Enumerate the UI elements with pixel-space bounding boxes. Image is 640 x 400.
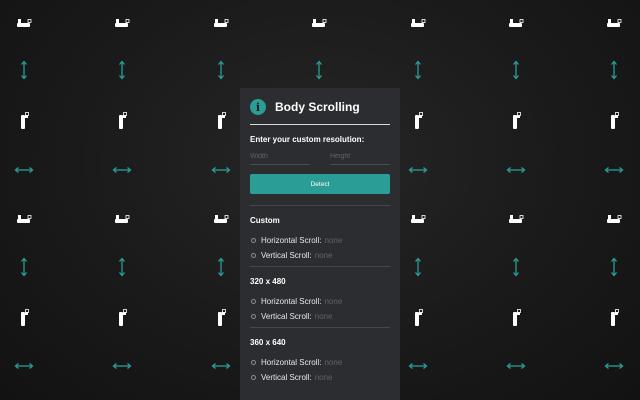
- horizontal-arrow-icon: [604, 166, 624, 174]
- extension-popup: i Body Scrolling Enter your custom resol…: [240, 88, 400, 400]
- divider: [250, 266, 390, 267]
- vertical-arrow-icon: [217, 60, 225, 80]
- vertical-scroll-value: none: [314, 250, 333, 260]
- bullet-icon: [251, 298, 256, 304]
- mouse-up-icon: [20, 309, 30, 327]
- horizontal-scroll-value: none: [324, 296, 343, 306]
- mouse-up-icon: [118, 309, 128, 327]
- vertical-arrow-icon: [414, 60, 422, 80]
- horizontal-scroll-row: Horizontal Scroll: none: [250, 295, 390, 307]
- bullet-icon: [251, 252, 256, 258]
- divider: [250, 327, 390, 328]
- vertical-arrow-icon: [610, 60, 618, 80]
- bullet-icon: [251, 313, 256, 319]
- info-icon-glyph: i: [255, 100, 261, 114]
- horizontal-arrow-icon: [604, 362, 624, 370]
- width-input[interactable]: [250, 150, 310, 165]
- section-custom: Custom Horizontal Scroll: none Vertical …: [250, 216, 390, 261]
- section-title: 360 x 640: [250, 338, 286, 347]
- horizontal-scroll-row: Horizontal Scroll: none: [250, 356, 390, 368]
- popup-title: Body Scrolling: [275, 100, 360, 114]
- horizontal-arrow-icon: [408, 166, 428, 174]
- vertical-arrow-icon: [217, 257, 225, 277]
- mouse-up-icon: [118, 112, 128, 130]
- mouse-up-icon: [414, 309, 424, 327]
- mouse-up-icon: [610, 112, 620, 130]
- resolution-inputs: [250, 150, 390, 165]
- mouse-right-icon: [214, 18, 230, 28]
- divider: [250, 205, 390, 206]
- bullet-icon: [251, 359, 256, 365]
- mouse-up-icon: [512, 309, 522, 327]
- mouse-right-icon: [214, 214, 230, 224]
- section-title: Custom: [250, 216, 280, 225]
- mouse-up-icon: [610, 309, 620, 327]
- mouse-up-icon: [414, 112, 424, 130]
- horizontal-arrow-icon: [211, 362, 231, 370]
- horizontal-arrow-icon: [112, 362, 132, 370]
- horizontal-scroll-label: Horizontal Scroll:: [261, 235, 322, 245]
- vertical-arrow-icon: [20, 257, 28, 277]
- custom-resolution-label: Enter your custom resolution:: [250, 135, 365, 144]
- mouse-right-icon: [312, 18, 328, 28]
- vertical-scroll-row: Vertical Scroll: none: [250, 249, 390, 261]
- mouse-right-icon: [411, 214, 427, 224]
- popup-header: i Body Scrolling: [250, 88, 390, 125]
- mouse-right-icon: [607, 214, 623, 224]
- horizontal-arrow-icon: [506, 166, 526, 174]
- mouse-up-icon: [512, 112, 522, 130]
- horizontal-scroll-label: Horizontal Scroll:: [261, 296, 322, 306]
- vertical-arrow-icon: [610, 257, 618, 277]
- vertical-scroll-label: Vertical Scroll:: [261, 250, 312, 260]
- horizontal-arrow-icon: [14, 166, 34, 174]
- vertical-scroll-label: Vertical Scroll:: [261, 372, 312, 382]
- bullet-icon: [251, 237, 256, 243]
- vertical-arrow-icon: [512, 257, 520, 277]
- horizontal-scroll-row: Horizontal Scroll: none: [250, 234, 390, 246]
- vertical-arrow-icon: [118, 60, 126, 80]
- vertical-arrow-icon: [315, 60, 323, 80]
- vertical-arrow-icon: [512, 60, 520, 80]
- vertical-scroll-value: none: [314, 372, 333, 382]
- horizontal-arrow-icon: [211, 166, 231, 174]
- mouse-up-icon: [217, 309, 227, 327]
- mouse-right-icon: [115, 18, 131, 28]
- section-360x640: 360 x 640 Horizontal Scroll: none Vertic…: [250, 338, 390, 383]
- mouse-right-icon: [411, 18, 427, 28]
- section-320x480: 320 x 480 Horizontal Scroll: none Vertic…: [250, 277, 390, 322]
- bullet-icon: [251, 374, 256, 380]
- height-input[interactable]: [330, 150, 390, 165]
- vertical-scroll-row: Vertical Scroll: none: [250, 371, 390, 383]
- mouse-up-icon: [20, 112, 30, 130]
- horizontal-arrow-icon: [408, 362, 428, 370]
- horizontal-scroll-value: none: [324, 357, 343, 367]
- mouse-right-icon: [17, 18, 33, 28]
- mouse-right-icon: [17, 214, 33, 224]
- horizontal-scroll-value: none: [324, 235, 343, 245]
- detect-button[interactable]: Detect: [250, 174, 390, 194]
- horizontal-arrow-icon: [14, 362, 34, 370]
- mouse-up-icon: [217, 112, 227, 130]
- vertical-scroll-value: none: [314, 311, 333, 321]
- vertical-arrow-icon: [20, 60, 28, 80]
- horizontal-arrow-icon: [506, 362, 526, 370]
- section-title: 320 x 480: [250, 277, 286, 286]
- horizontal-arrow-icon: [112, 166, 132, 174]
- info-icon[interactable]: i: [250, 99, 266, 115]
- vertical-scroll-label: Vertical Scroll:: [261, 311, 312, 321]
- mouse-right-icon: [509, 18, 525, 28]
- vertical-arrow-icon: [414, 257, 422, 277]
- vertical-scroll-row: Vertical Scroll: none: [250, 310, 390, 322]
- vertical-arrow-icon: [118, 257, 126, 277]
- mouse-right-icon: [509, 214, 525, 224]
- mouse-right-icon: [607, 18, 623, 28]
- mouse-right-icon: [115, 214, 131, 224]
- horizontal-scroll-label: Horizontal Scroll:: [261, 357, 322, 367]
